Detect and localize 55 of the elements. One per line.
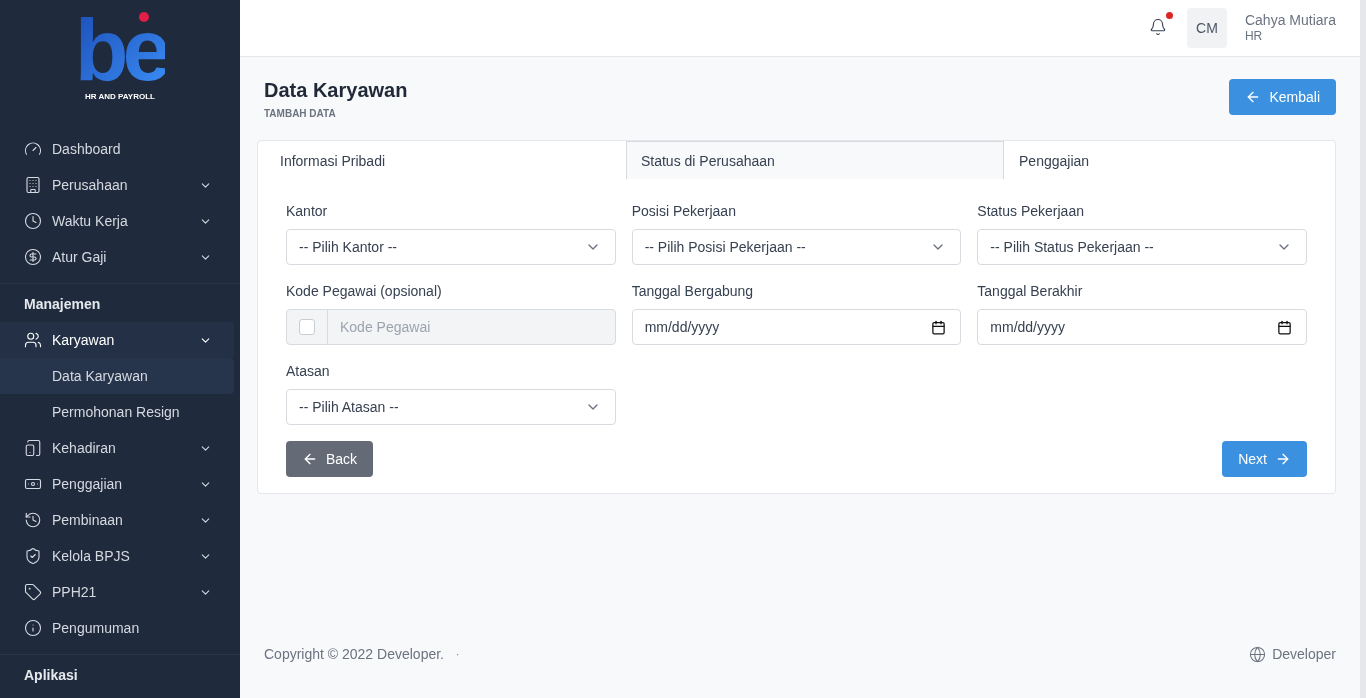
shield-icon: [24, 547, 42, 565]
dollar-icon: [24, 248, 42, 266]
field-label: Status Pekerjaan: [977, 203, 1085, 219]
select-field[interactable]: -- Pilih Atasan --: [286, 389, 616, 425]
date-field[interactable]: mm/dd/yyyy: [977, 309, 1307, 345]
info-icon: [24, 619, 42, 637]
sidebar-item[interactable]: Perusahaan: [0, 167, 234, 203]
back-button[interactable]: Back: [286, 441, 374, 477]
sidebar-item[interactable]: Pembinaan: [0, 502, 234, 538]
sidebar-item[interactable]: Waktu Kerja: [0, 203, 234, 239]
users-icon: [24, 331, 42, 349]
developer-link[interactable]: Developer: [1249, 645, 1336, 663]
bell-icon[interactable]: [1148, 18, 1167, 36]
sidebar-item[interactable]: Dashboard: [0, 131, 234, 167]
field-label: Posisi Pekerjaan: [631, 203, 737, 219]
tag-icon: [24, 583, 42, 601]
select-field[interactable]: -- Pilih Status Pekerjaan --: [977, 229, 1307, 265]
user-role: HR: [1244, 28, 1264, 44]
field-label: Atasan: [286, 363, 331, 379]
field-label: Tanggal Berakhir: [977, 283, 1084, 299]
sidebar-item[interactable]: Kehadiran: [0, 430, 234, 466]
sidebar-heading: Aplikasi: [23, 666, 79, 685]
avatar[interactable]: CM: [1186, 8, 1227, 48]
history-icon: [24, 511, 42, 529]
field-label: Tanggal Bergabung: [631, 283, 755, 299]
page-subtitle: TAMBAH DATA: [264, 108, 337, 119]
checkbox[interactable]: [299, 319, 315, 335]
sidebar-subitem[interactable]: Permohonan Resign: [0, 394, 234, 430]
copyright-text: Copyright © 2022 Developer.: [264, 646, 444, 662]
globe-icon: [1249, 645, 1267, 663]
calendar-icon: [1277, 319, 1292, 335]
tablet-icon: [24, 439, 42, 457]
user-name: Cahya Mutiara: [1244, 12, 1336, 28]
clock-icon: [24, 212, 42, 230]
sidebar-item[interactable]: Pengumuman: [0, 610, 234, 646]
sidebar-item[interactable]: Atur Gaji: [0, 239, 234, 275]
sidebar-item[interactable]: Kelola BPJS: [0, 538, 234, 574]
field-label: Kode Pegawai (opsional): [286, 283, 443, 299]
arrow-right-icon: [1275, 451, 1291, 467]
select-field[interactable]: -- Pilih Posisi Pekerjaan --: [631, 229, 962, 265]
sidebar-item[interactable]: Penggajian: [0, 466, 234, 502]
sidebar-item[interactable]: PPH21: [0, 574, 234, 610]
sidebar-item[interactable]: Karyawan: [0, 322, 234, 358]
logo-tagline: HR AND PAYROLL: [85, 92, 155, 101]
gauge-icon: [24, 140, 42, 158]
page-title: Data Karyawan: [264, 79, 408, 102]
select-field[interactable]: -- Pilih Kantor --: [286, 229, 616, 265]
separator-dot: ·: [456, 648, 460, 660]
field-label: Kantor: [286, 203, 329, 219]
sidebar-subitem[interactable]: Data Karyawan: [0, 358, 234, 394]
sidebar-heading: Manajemen: [23, 295, 102, 314]
date-field[interactable]: mm/dd/yyyy: [631, 309, 962, 345]
building-icon: [24, 176, 42, 194]
calendar-icon: [931, 319, 947, 335]
tab[interactable]: Status di Perusahaan: [625, 141, 1005, 179]
